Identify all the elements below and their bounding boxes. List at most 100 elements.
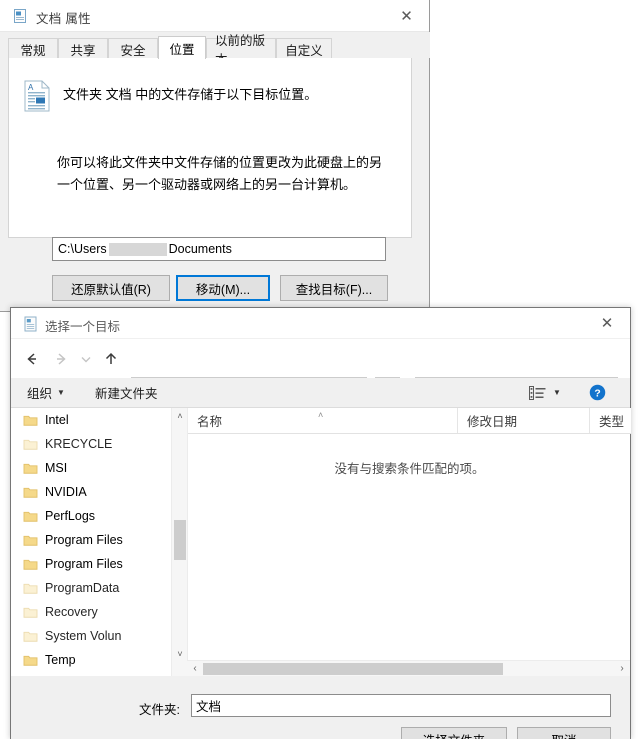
view-layout-icon[interactable] bbox=[529, 385, 546, 400]
folder-icon bbox=[23, 486, 38, 499]
scrollbar-thumb[interactable] bbox=[203, 663, 503, 675]
path-prefix: C:\Users bbox=[58, 242, 107, 256]
select-folder-button[interactable]: 选择文件夹 bbox=[401, 727, 507, 739]
list-item[interactable]: NVIDIA bbox=[11, 480, 171, 504]
dialog-footer: 文件夹: 文档 选择文件夹 取消 bbox=[11, 676, 630, 739]
list-horizontal-scrollbar[interactable]: ‹ › bbox=[187, 660, 630, 676]
folder-icon bbox=[23, 654, 38, 667]
find-target-label: 查找目标(F)... bbox=[295, 282, 373, 297]
list-item-label: Program Files bbox=[45, 557, 123, 571]
new-folder-label: 新建文件夹 bbox=[95, 387, 158, 401]
new-folder-button[interactable]: 新建文件夹 bbox=[89, 378, 164, 407]
list-item[interactable]: Program Files bbox=[11, 528, 171, 552]
organize-menu[interactable]: 组织 ▼ bbox=[21, 378, 71, 407]
tab-sharing[interactable]: 共享 bbox=[58, 38, 108, 59]
list-item-label: Temp bbox=[45, 653, 76, 667]
cancel-label: 取消 bbox=[551, 730, 576, 739]
svg-text:A: A bbox=[28, 83, 34, 92]
location-description: 你可以将此文件夹中文件存储的位置更改为此硬盘上的另一个位置、另一个驱动器或网络上… bbox=[57, 155, 383, 192]
list-item-label: MSI bbox=[45, 461, 68, 475]
column-header-type-label: 类型 bbox=[599, 415, 625, 429]
tree-vertical-scrollbar[interactable]: ˄ ˅ bbox=[171, 408, 187, 676]
redacted-username bbox=[108, 242, 167, 256]
list-item[interactable]: Intel bbox=[11, 408, 171, 432]
close-icon[interactable]: ✕ bbox=[584, 308, 630, 338]
list-item-label: Program Files bbox=[45, 533, 123, 547]
scroll-down-icon[interactable]: ˅ bbox=[172, 646, 188, 662]
column-header-name[interactable]: 名称 ˄ bbox=[188, 408, 458, 433]
forward-icon[interactable] bbox=[48, 346, 73, 371]
list-item-label: System Volun bbox=[45, 629, 122, 643]
list-item[interactable]: MSI bbox=[11, 456, 171, 480]
find-target-button[interactable]: 查找目标(F)... bbox=[280, 275, 388, 301]
column-header-date-label: 修改日期 bbox=[467, 415, 518, 429]
folder-icon bbox=[23, 630, 38, 643]
list-item-label: NVIDIA bbox=[45, 485, 87, 499]
list-item-label: KRECYCLE bbox=[45, 437, 113, 451]
tab-location-label: 位置 bbox=[169, 42, 195, 57]
list-item[interactable]: PerfLogs bbox=[11, 504, 171, 528]
select-folder-label: 选择文件夹 bbox=[423, 730, 486, 739]
document-icon: A bbox=[23, 80, 51, 112]
recent-locations-chevron-down-icon[interactable] bbox=[73, 346, 98, 371]
view-chevron-down-icon[interactable]: ▼ bbox=[553, 388, 561, 397]
column-header-type[interactable]: 类型 bbox=[590, 408, 641, 433]
list-item-label: Recovery bbox=[45, 605, 98, 619]
list-item[interactable]: System Volun bbox=[11, 624, 171, 648]
organize-label: 组织 bbox=[27, 387, 53, 401]
scroll-right-icon[interactable]: › bbox=[614, 661, 630, 676]
list-item[interactable]: Recovery bbox=[11, 600, 171, 624]
column-headers: 名称 ˄ 修改日期 类型 bbox=[188, 408, 631, 434]
empty-state-message: 没有与搜索条件匹配的项。 bbox=[334, 462, 485, 476]
list-item[interactable]: KRECYCLE bbox=[11, 432, 171, 456]
folder-name-label: 文件夹: bbox=[139, 703, 180, 717]
file-list-pane[interactable]: 名称 ˄ 修改日期 类型 没有与搜索条件匹配的项。 bbox=[187, 408, 631, 676]
tab-location[interactable]: 位置 bbox=[158, 36, 206, 59]
location-path-input[interactable]: C:\Users Documents bbox=[52, 237, 386, 261]
command-bar: 组织 ▼ 新建文件夹 ▼ ? bbox=[11, 378, 630, 408]
chevron-down-icon: ▼ bbox=[57, 388, 65, 397]
properties-titlebar: 文档 属性 ✕ bbox=[0, 0, 429, 32]
folder-tree[interactable]: Intel KRECYCLE MSI NVIDIA PerfLogs Progr… bbox=[11, 408, 171, 676]
browse-titlebar: 选择一个目标 ✕ bbox=[11, 308, 630, 339]
tab-customize[interactable]: 自定义 bbox=[276, 38, 332, 59]
folder-icon bbox=[23, 558, 38, 571]
tab-customize-label: 自定义 bbox=[285, 43, 323, 58]
folder-icon bbox=[23, 438, 38, 451]
folder-browse-icon bbox=[23, 316, 38, 332]
screen: 文档 属性 ✕ 常规 共享 安全 位置 以前的版本 自定义 A bbox=[0, 0, 641, 739]
folder-icon bbox=[23, 534, 38, 547]
folder-icon bbox=[23, 510, 38, 523]
close-icon[interactable]: ✕ bbox=[384, 0, 429, 31]
up-icon[interactable] bbox=[98, 346, 123, 371]
list-item[interactable]: Temp bbox=[11, 648, 171, 672]
list-item[interactable]: ProgramData bbox=[11, 576, 171, 600]
tab-previous-versions[interactable]: 以前的版本 bbox=[206, 34, 276, 67]
location-tab-panel: A 文件夹 文档 中的文件存储于以下目标位置。 你可以将此文件夹中文件存储的位置… bbox=[8, 58, 412, 238]
scrollbar-thumb[interactable] bbox=[174, 520, 186, 560]
tab-security[interactable]: 安全 bbox=[108, 38, 158, 59]
path-suffix: Documents bbox=[168, 242, 232, 256]
back-icon[interactable] bbox=[19, 346, 44, 371]
help-icon[interactable]: ? bbox=[589, 384, 606, 401]
tab-sharing-label: 共享 bbox=[70, 43, 96, 58]
restore-default-label: 还原默认值(R) bbox=[71, 282, 151, 297]
svg-text:?: ? bbox=[594, 388, 600, 399]
tab-general[interactable]: 常规 bbox=[8, 38, 58, 59]
folder-name-value: 文档 bbox=[196, 700, 222, 714]
cancel-button[interactable]: 取消 bbox=[517, 727, 611, 739]
tab-general-label: 常规 bbox=[20, 43, 46, 58]
folder-icon bbox=[23, 582, 38, 595]
content-panes: Intel KRECYCLE MSI NVIDIA PerfLogs Progr… bbox=[11, 408, 631, 676]
column-header-date[interactable]: 修改日期 bbox=[458, 408, 590, 433]
restore-default-button[interactable]: 还原默认值(R) bbox=[52, 275, 170, 301]
sort-ascending-icon: ˄ bbox=[318, 410, 324, 420]
list-item[interactable]: Program Files bbox=[11, 552, 171, 576]
move-button[interactable]: 移动(M)... bbox=[176, 275, 270, 301]
view-options[interactable]: ▼ bbox=[529, 378, 561, 407]
folder-name-input[interactable]: 文档 bbox=[191, 694, 611, 717]
tab-security-label: 安全 bbox=[120, 43, 146, 58]
scroll-up-icon[interactable]: ˄ bbox=[172, 408, 188, 424]
help-button[interactable]: ? bbox=[589, 378, 606, 407]
scroll-left-icon[interactable]: ‹ bbox=[187, 661, 203, 676]
